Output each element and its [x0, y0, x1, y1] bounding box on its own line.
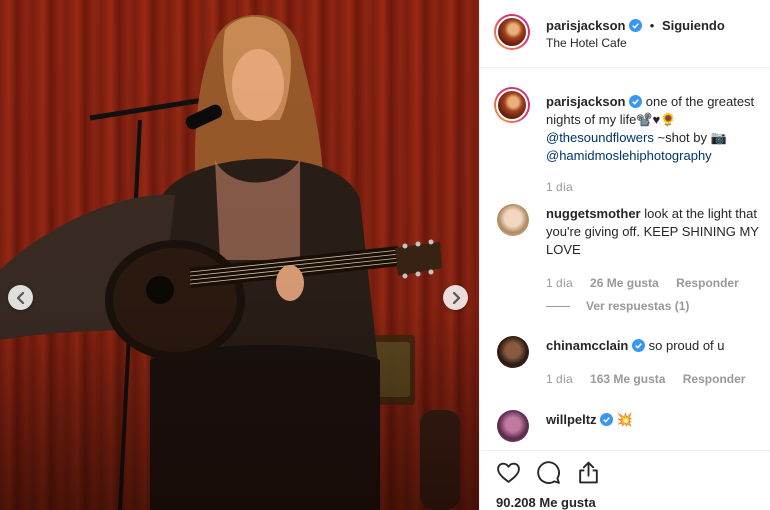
caption-avatar[interactable] — [494, 87, 530, 123]
reply-button[interactable]: Responder — [683, 372, 746, 386]
follow-status-button[interactable]: Siguiendo — [662, 18, 725, 33]
commenter-avatar[interactable] — [497, 410, 529, 442]
verified-badge-icon — [629, 95, 643, 108]
caption-time[interactable]: 1 día — [546, 180, 573, 194]
header-username[interactable]: parisjackson — [546, 18, 626, 33]
caption-mention-soundflowers[interactable]: @thesoundflowers — [546, 130, 654, 145]
likes-count[interactable]: 90.208 Me gusta — [496, 495, 596, 510]
verified-badge-icon — [600, 413, 614, 426]
comment-meta: 1 día 163 Me gusta Responder — [546, 372, 759, 386]
comment-text: so proud of u — [648, 338, 725, 353]
commenter-avatar[interactable] — [497, 204, 529, 236]
comment-username[interactable]: willpeltz — [546, 412, 597, 427]
heart-icon[interactable] — [496, 460, 521, 485]
share-icon[interactable] — [576, 460, 601, 485]
header-separator: • — [649, 18, 655, 33]
comment-willpeltz: willpeltz 💥 — [546, 411, 766, 429]
post-actions: 90.208 Me gusta — [480, 450, 770, 510]
comment-chinamcclain: chinamcclain so proud of u — [546, 337, 766, 355]
caption-meta: 1 día — [546, 180, 587, 194]
replies-divider — [546, 305, 570, 307]
location-link[interactable]: The Hotel Cafe — [546, 36, 627, 50]
prev-photo-button[interactable] — [8, 285, 33, 310]
author-avatar[interactable] — [494, 14, 530, 50]
caption-emojis: 📽️♥🌻 — [636, 112, 677, 127]
caption: parisjackson one of the greatest nights … — [546, 93, 766, 165]
header-user-line: parisjackson • Siguiendo — [546, 18, 725, 33]
comment-nuggetsmother: nuggetsmother look at the light that you… — [546, 205, 766, 259]
comment-meta: 1 día 26 Me gusta Responder — [546, 276, 753, 290]
post-side-panel: parisjackson • Siguiendo The Hotel Cafe … — [479, 0, 770, 510]
comment-likes[interactable]: 26 Me gusta — [590, 276, 659, 290]
caption-shot-by: ~shot by — [657, 130, 708, 145]
comment-username[interactable]: nuggetsmother — [546, 206, 641, 221]
post-photo[interactable] — [0, 0, 479, 510]
camera-emoji: 📷 — [710, 130, 727, 145]
next-photo-button[interactable] — [443, 285, 468, 310]
caption-mention-photographer[interactable]: @hamidmoslehiphotography — [546, 148, 712, 163]
comment-icon[interactable] — [536, 460, 561, 485]
commenter-avatar[interactable] — [497, 336, 529, 368]
verified-badge-icon — [632, 339, 645, 352]
reply-button[interactable]: Responder — [676, 276, 739, 290]
comment-time[interactable]: 1 día — [546, 372, 573, 386]
caption-username[interactable]: parisjackson — [546, 94, 626, 109]
view-replies-label: Ver respuestas (1) — [586, 299, 690, 313]
chevron-right-icon — [452, 291, 460, 304]
comment-text: 💥 — [616, 412, 633, 427]
view-replies-button[interactable]: Ver respuestas (1) — [546, 299, 689, 313]
chevron-left-icon — [16, 291, 24, 304]
photo-shade — [0, 0, 479, 510]
post-header: parisjackson • Siguiendo The Hotel Cafe — [480, 0, 770, 68]
comment-time[interactable]: 1 día — [546, 276, 573, 290]
comment-likes[interactable]: 163 Me gusta — [590, 372, 665, 386]
verified-badge-icon — [629, 19, 643, 32]
comment-username[interactable]: chinamcclain — [546, 338, 628, 353]
